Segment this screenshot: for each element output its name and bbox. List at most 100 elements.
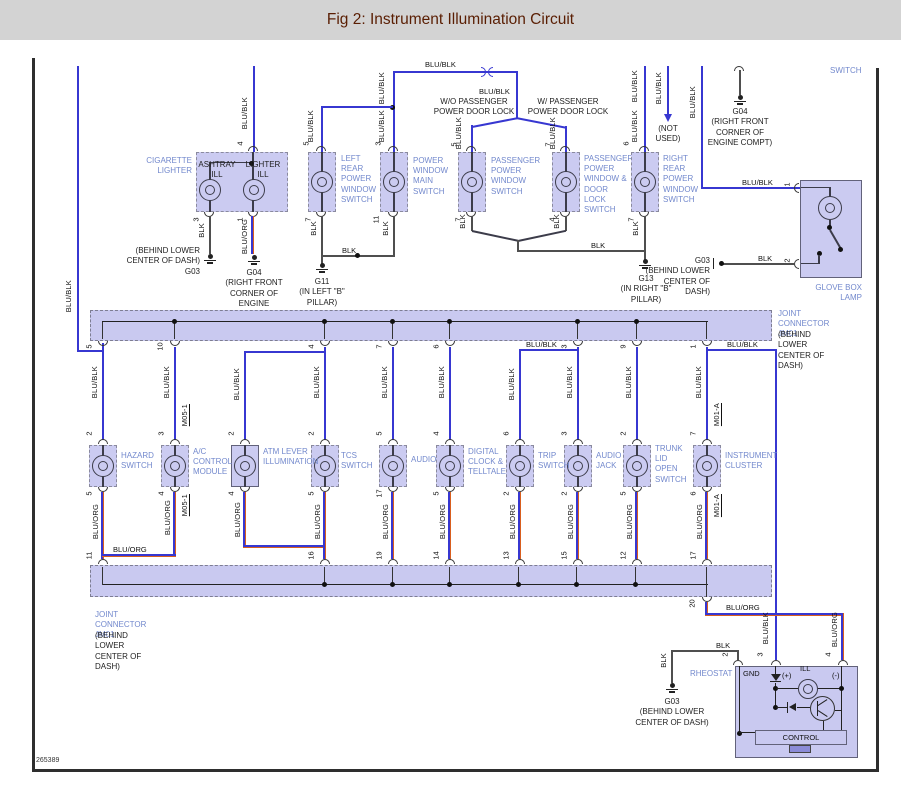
pin-bracket	[733, 660, 743, 665]
wire-label-blk: BLK	[458, 214, 467, 229]
wire-label-blu-blk: BLU/BLK	[377, 110, 386, 143]
internal-wire	[775, 666, 777, 674]
wire-label-blk: BLK	[381, 221, 390, 236]
control-element	[789, 745, 811, 753]
ground-location: (BEHIND LOWER CENTER OF DASH)	[126, 246, 200, 266]
pin-bracket	[445, 559, 455, 564]
pin-bracket	[794, 183, 799, 193]
bulb-lead	[801, 263, 819, 265]
pin-bracket	[316, 146, 326, 151]
ground-note-g04: G04 (RIGHT FRONT CORNER OF ENGINE COMPT)	[700, 107, 780, 149]
pin-number: 4	[306, 344, 316, 349]
bulb-icon	[92, 455, 114, 477]
wire-blk	[393, 216, 395, 257]
wire-blk	[517, 250, 646, 252]
pin-number: 2	[501, 491, 511, 496]
wire-label-blu-org: BLU/ORG	[233, 502, 242, 538]
control-label: CONTROL	[782, 733, 820, 742]
component-label: RIGHT REAR POWER WINDOW SWITCH	[663, 154, 699, 204]
ground-note-g03-glove: G03 (BEHIND LOWER CENTER OF DASH)	[638, 256, 710, 298]
arrow-down-icon	[664, 114, 672, 122]
wire-label-blu-blk: BLU/BLK	[306, 110, 315, 143]
ground-icon	[665, 683, 679, 694]
junction-dot	[634, 319, 639, 324]
pin-number: 1	[782, 182, 792, 187]
control-box: CONTROL	[755, 730, 847, 745]
pin-number: 16	[306, 551, 316, 560]
not-used-note: (NOT USED)	[655, 124, 681, 144]
wire-blu-org	[243, 492, 246, 548]
junction-dot	[575, 319, 580, 324]
wire-blu-blk-top-run	[393, 71, 517, 73]
wire-label-blu-blk: BLU/BLK	[694, 366, 703, 399]
pin-bracket	[98, 341, 108, 346]
bulb-label-lighter: LIGHTER ILL	[245, 160, 281, 180]
pin-number: 5	[618, 491, 628, 496]
pin-bracket	[702, 559, 712, 564]
pin-number: 6	[431, 344, 441, 349]
pin-number: 2	[782, 258, 792, 263]
pin-number: 7	[543, 142, 553, 147]
pin-number: 10	[155, 342, 165, 351]
wire-label-blu-blk: BLU/BLK	[162, 366, 171, 399]
pin-number: 17	[688, 551, 698, 560]
pin-bracket	[702, 341, 712, 346]
diode-icon	[789, 703, 796, 711]
wire-blu-org	[243, 545, 326, 548]
pin-bracket	[98, 559, 108, 564]
pin-number: 9	[618, 344, 628, 349]
wire-blu-blk	[393, 71, 395, 152]
component-label-glove-box-lamp: GLOVE BOX LAMP	[815, 283, 862, 303]
ground-note-g11: G11 (IN LEFT "B" PILLAR)	[293, 277, 351, 308]
wiring-diagram-page: Fig 2: Instrument Illumination Circuit 2…	[0, 0, 901, 794]
bulb-icon	[555, 171, 577, 193]
brace-wire	[515, 117, 567, 129]
pin-number: 3	[156, 431, 166, 436]
pin-number: 5	[84, 491, 94, 496]
pin-bracket	[170, 439, 180, 444]
wire-blk	[671, 650, 673, 683]
bulb-icon	[164, 455, 186, 477]
junction-dot	[322, 319, 327, 324]
junction-dot	[390, 582, 395, 587]
ground-name: G04	[732, 107, 748, 116]
connector-id-label: M05-1	[180, 494, 189, 517]
component-label-cigarette-lighter: CIGARETTE LIGHTER	[146, 156, 192, 176]
wire-label-blu-blk: BLU/BLK	[688, 86, 697, 119]
pin-number: 5	[374, 431, 384, 436]
wire-blu-blk-main-feed	[77, 66, 79, 352]
transistor-icon	[810, 696, 835, 721]
wire-label-blu-org: BLU/ORG	[113, 545, 147, 554]
pin-bracket	[388, 341, 398, 346]
wire-blu-org	[576, 492, 579, 559]
pin-bracket	[388, 146, 398, 151]
wire-blu-blk	[636, 347, 638, 440]
component-label: DIGITAL CLOCK & TELLTALE	[468, 447, 506, 477]
pin-bracket	[560, 146, 570, 151]
wire-label-blu-org: BLU/ORG	[726, 603, 760, 612]
junction-dot	[390, 319, 395, 324]
pin-number: 4	[235, 141, 245, 146]
pin-bracket	[632, 559, 642, 564]
junction-dot	[172, 319, 177, 324]
wire-blu-blk	[321, 106, 393, 108]
pin-bracket	[515, 439, 525, 444]
pin-number: 5	[449, 142, 459, 147]
wire-label-blu-org: BLU/ORG	[313, 504, 322, 540]
wire-blu-blk	[577, 347, 579, 440]
wire-blu-org	[448, 492, 451, 559]
pin-bracket	[320, 341, 330, 346]
connector-stub	[449, 322, 451, 339]
brace-wire	[471, 117, 518, 128]
pin-number: 6	[621, 141, 631, 146]
pin-number: 5	[306, 491, 316, 496]
pin-bracket	[388, 439, 398, 444]
wire-label-blu-blk: BLU/BLK	[630, 70, 639, 103]
wire-label-blk: BLK	[342, 246, 357, 255]
component-label: LEFT REAR POWER WINDOW SWITCH	[341, 154, 377, 204]
pin-bracket	[388, 559, 398, 564]
wire-label-blu-blk: BLU/BLK	[565, 366, 574, 399]
wire-label-blu-org: BLU/ORG	[830, 612, 839, 648]
wire-blu-blk	[701, 187, 800, 189]
pin-number: 17	[374, 489, 384, 498]
